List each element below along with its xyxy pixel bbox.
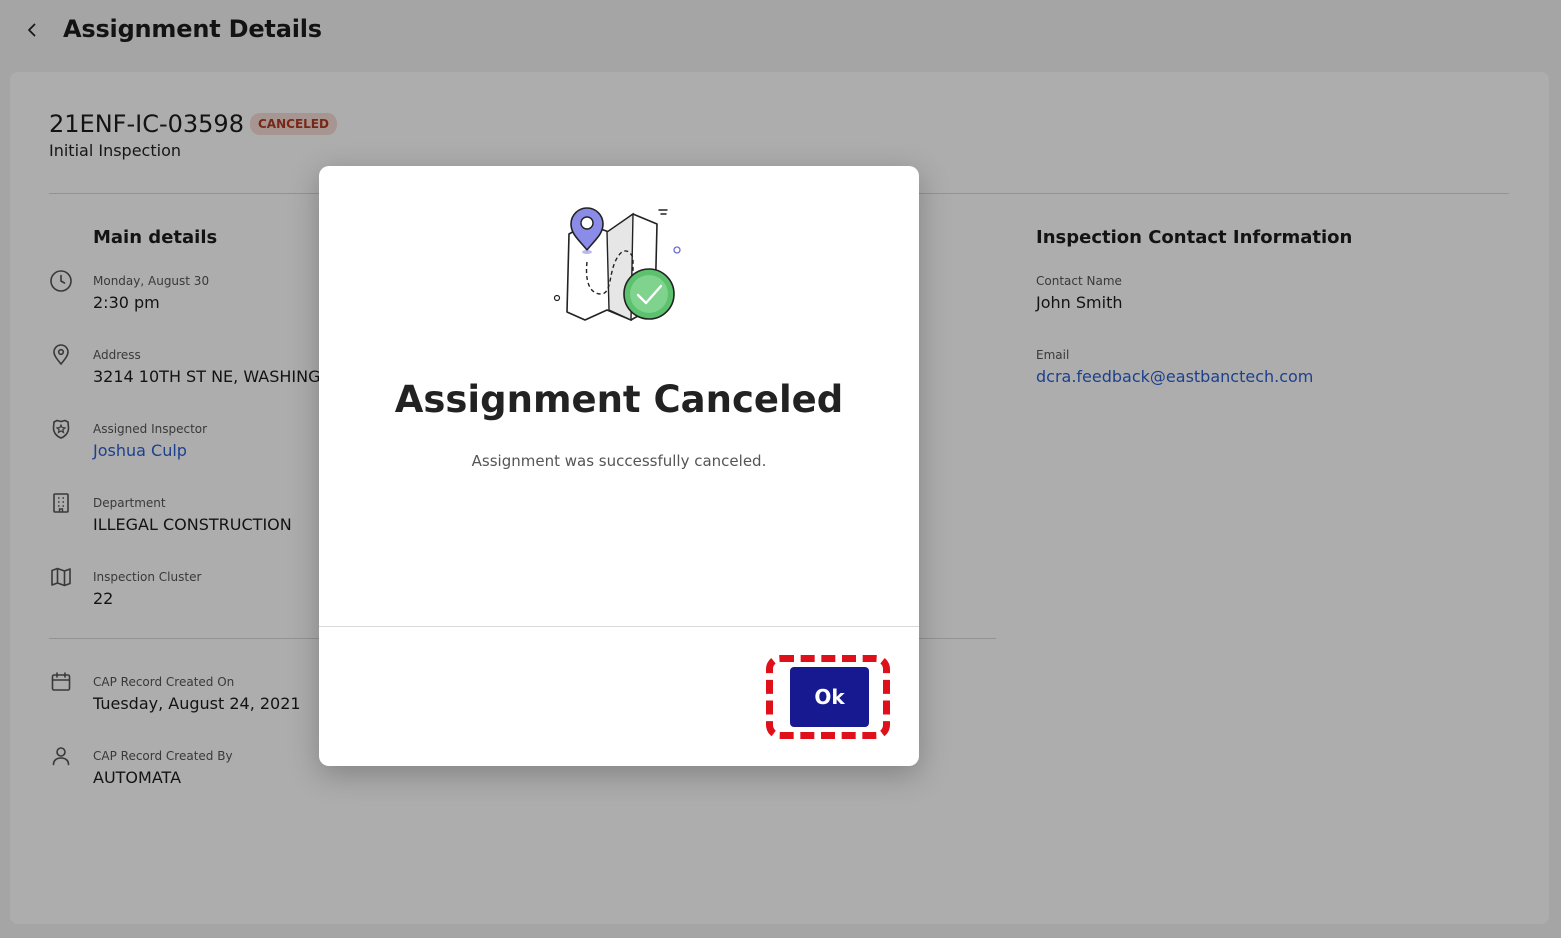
map-check-illustration-icon xyxy=(553,207,681,322)
dialog-divider xyxy=(319,626,919,627)
assignment-canceled-dialog: Assignment Canceled Assignment was succe… xyxy=(319,166,919,766)
dialog-title: Assignment Canceled xyxy=(394,378,844,421)
ok-button[interactable]: Ok xyxy=(790,667,869,727)
dialog-message: Assignment was successfully canceled. xyxy=(471,452,767,470)
